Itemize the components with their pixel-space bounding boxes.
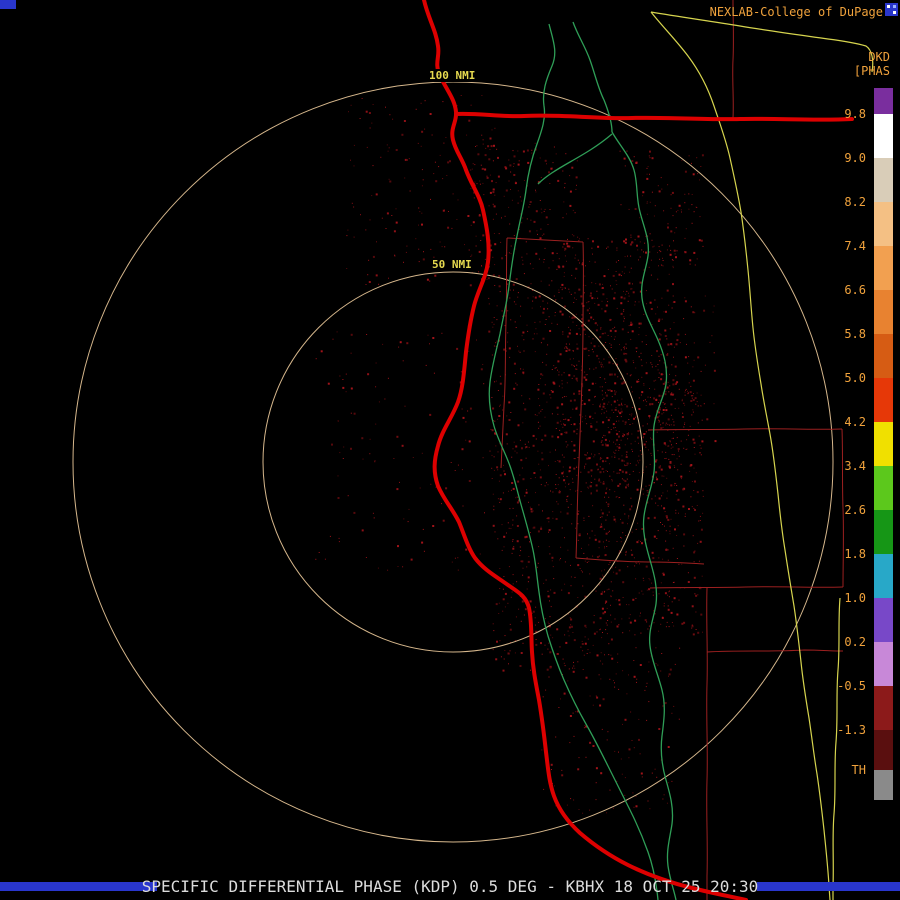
river [537,133,613,185]
cod-logo-icon [885,3,898,16]
county-line [575,557,705,565]
echo-layer [315,95,717,814]
colorbar-segment [874,114,893,158]
colorbar [874,88,893,800]
county-line [647,428,843,431]
colorbar-segment [874,642,893,686]
colorbar-segment [874,290,893,334]
county-line [506,237,584,243]
ring-label-100nmi: 100 NMI [426,69,479,82]
colorbar-segment [874,334,893,378]
status-caption: SPECIFIC DIFFERENTIAL PHASE (KDP) 0.5 DE… [141,877,759,896]
rivers-layer [488,21,677,900]
colorbar-segment [874,686,893,730]
colorbar-segment [874,378,893,422]
radar-viewer: NEXLAB-College of DuPage DKD [PHAS 9.8 9.… [0,0,900,900]
yellow-boundary [650,11,874,73]
brand-title: NEXLAB-College of DuPage [709,5,883,19]
highway-101 [422,0,748,900]
county-line [841,428,844,588]
yellow-boundary [650,11,831,900]
product-units: [PHAS [853,64,890,78]
ring-label-50nmi: 50 NMI [429,258,475,271]
colorbar-segment [874,730,893,770]
colorbar-segment [874,422,893,466]
colorbar-segment [874,510,893,554]
colorbar-segment [874,158,893,202]
range-rings [72,81,834,843]
product-code: DKD [868,50,890,64]
county-line [706,587,708,900]
highways-layer [422,0,854,900]
ring-50nmi [262,271,644,653]
colorbar-segment [874,466,893,510]
radar-map [72,0,874,900]
colorbar-segment [874,246,893,290]
ring-100nmi [72,81,834,843]
colorbar-segment [874,554,893,598]
corner-mark [0,0,16,9]
colorbar-segment [874,598,893,642]
colorbar-segment [874,770,893,800]
county-line [706,649,844,653]
highway-299 [454,111,854,122]
colorbar-segment [874,202,893,246]
yellow-boundary [832,597,841,900]
state-roads-layer [650,11,874,900]
county-line [649,586,844,589]
colorbar-segment [874,88,893,114]
